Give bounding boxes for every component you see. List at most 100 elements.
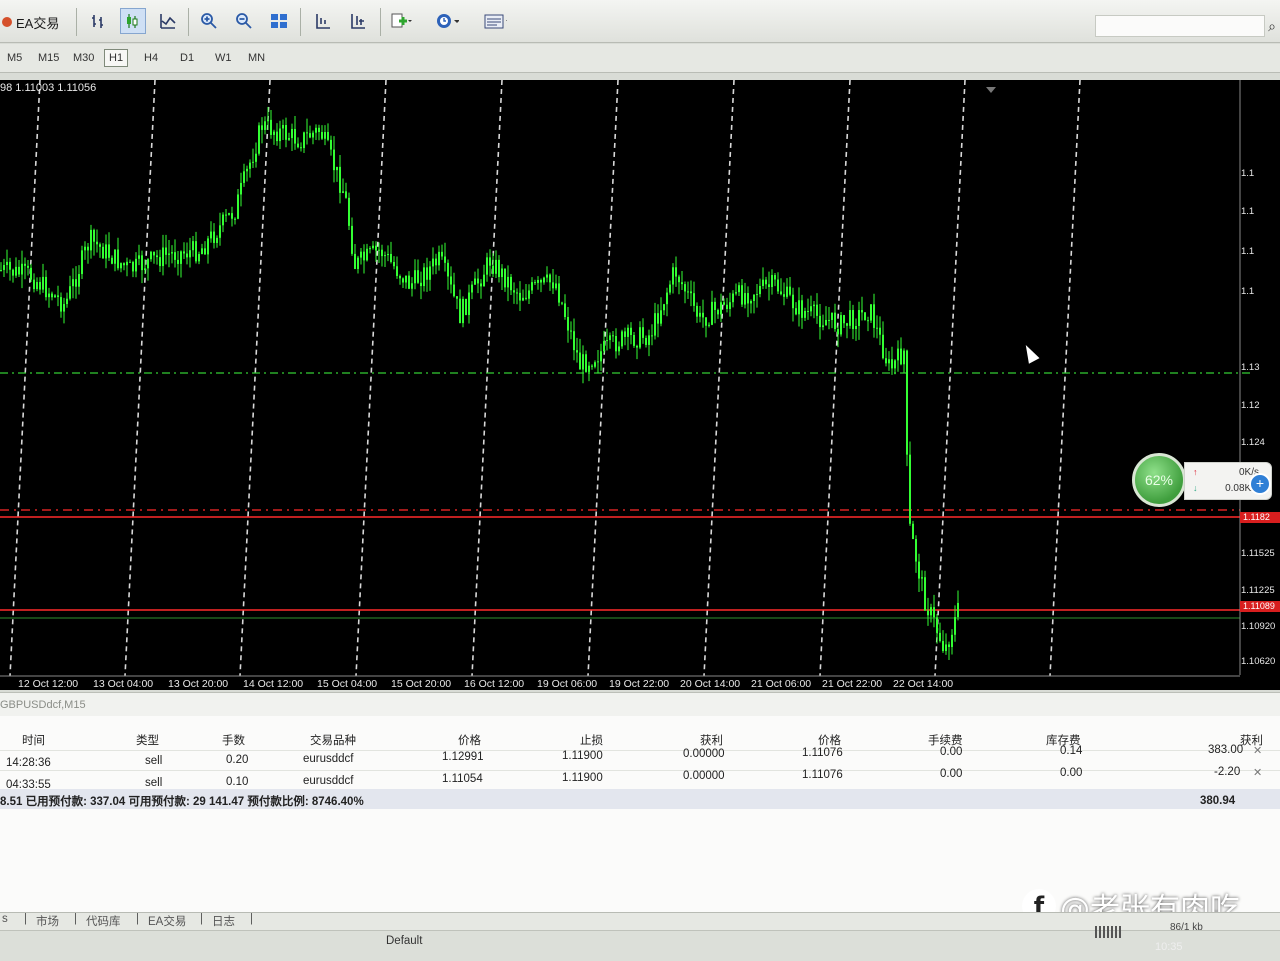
toolbar-separator [76,8,77,36]
upload-speed: ↑ 0K/s [1193,467,1259,478]
candle-body [537,279,539,283]
candle-body [417,270,419,283]
timeframe-m5[interactable]: M5 [3,50,26,66]
trade-symbol: eurusddcf [303,775,354,787]
current-price-tag: 1.11089 [1240,601,1280,612]
candle-body [180,251,182,264]
plus-icon[interactable]: + [1249,473,1271,495]
total-profit: 380.94 [1200,795,1236,807]
column-header-symbol[interactable]: 交易品种 [310,732,356,748]
ea-trading-button[interactable]: EA交易 [0,10,59,34]
candle-body [12,269,14,276]
column-header-price[interactable]: 价格 [458,732,481,748]
candle-body [57,295,59,298]
column-header-take-profit[interactable]: 获利 [700,732,723,748]
candle-body [288,138,290,140]
tab-journal[interactable]: 日志 [212,913,235,929]
tab-trade[interactable]: s [2,913,8,925]
zoom-in-icon[interactable] [196,8,222,34]
candle-body [420,282,422,287]
candle-body [513,290,515,293]
timeframe-d1[interactable]: D1 [176,50,198,66]
candle-body [441,251,443,257]
templates-icon[interactable] [482,8,508,34]
candle-body [99,244,101,247]
indicators-icon[interactable] [388,8,414,34]
close-trade-icon[interactable]: ✕ [1253,766,1262,779]
candle-body [72,279,74,287]
candle-body [669,284,671,293]
chart-canvas[interactable] [0,80,1280,690]
column-header-time[interactable]: 时间 [22,732,45,748]
timeframe-w1[interactable]: W1 [211,50,236,66]
candle-body [555,283,557,289]
zoom-out-icon[interactable] [231,8,257,34]
trade-lots: 0.10 [226,776,249,788]
timeframe-mn[interactable]: MN [244,50,269,66]
candle-body [123,263,125,266]
candle-body [480,283,482,287]
timeframe-m15[interactable]: M15 [34,50,63,66]
price-chart[interactable]: 98 1.11003 1.11056 1.1 1.1 1.1 1.1 1.13 … [0,80,1280,690]
tab-code-base[interactable]: 代码库 [86,913,121,929]
column-header-current-price[interactable]: 价格 [818,732,841,748]
candle-body [525,297,527,299]
candle-body [873,304,875,328]
candle-body [600,351,602,362]
tab-divider: | [24,913,27,925]
chart-window-tab[interactable]: GBPUSDdcf,M15 [0,699,86,711]
candle-body [255,153,257,162]
timeframe-h1[interactable]: H1 [104,49,129,67]
row-divider [0,750,1280,751]
close-trade-icon[interactable]: ✕ [1253,744,1262,757]
trade-stop-loss: 1.11900 [562,750,603,762]
candle-body [567,317,569,331]
candle-body [642,327,644,338]
candle-body [198,254,200,262]
candle-body [906,350,908,455]
candlestick-icon[interactable] [120,8,146,34]
terminal-trade-panel: 时间 类型 手数 交易品种 价格 止损 获利 价格 手续费 库存费 获利 14:… [0,716,1280,912]
time-axis-label: 21 Oct 22:00 [822,678,883,690]
tab-market[interactable]: 市场 [36,913,59,929]
candle-body [510,276,512,291]
tile-windows-icon[interactable] [266,8,292,34]
candle-body [336,166,338,171]
column-header-type[interactable]: 类型 [136,732,159,748]
candle-body [954,617,956,635]
candle-body [855,325,857,330]
candle-body [207,238,209,255]
candle-body [903,350,905,365]
price-axis-label: 1.10620 [1241,656,1276,667]
column-header-lots[interactable]: 手数 [222,732,245,748]
time-axis-label: 20 Oct 14:00 [680,678,741,690]
chart-tab-strip: GBPUSDdcf,M15 [0,692,1280,718]
candle-body [237,194,239,219]
candle-body [801,300,803,318]
candle-body [90,229,92,251]
candle-body [573,331,575,351]
bar-chart-icon[interactable] [86,8,112,34]
price-axis-label: 1.124 [1241,437,1265,448]
line-chart-icon[interactable] [155,8,181,34]
period-icon[interactable] [434,8,460,34]
grid-line [471,80,503,677]
profile-name[interactable]: Default [386,935,422,947]
row-divider [0,770,1280,771]
chart-shift-icon[interactable] [345,8,371,34]
grid-line [703,80,735,677]
candle-body [93,229,95,242]
candle-body [384,255,386,257]
search-input[interactable]: ⌕ [1095,15,1276,37]
candle-body [894,360,896,369]
column-header-stop-loss[interactable]: 止损 [580,732,603,748]
price-axis-label: 1.10920 [1241,621,1276,632]
tab-experts[interactable]: EA交易 [148,913,186,929]
candle-body [423,267,425,287]
candle-body [270,119,272,135]
memory-usage-ring[interactable]: 62% [1132,453,1186,507]
timeframe-h4[interactable]: H4 [140,50,162,66]
auto-scroll-icon[interactable] [310,8,336,34]
candle-body [252,161,254,163]
timeframe-m30[interactable]: M30 [69,50,98,66]
